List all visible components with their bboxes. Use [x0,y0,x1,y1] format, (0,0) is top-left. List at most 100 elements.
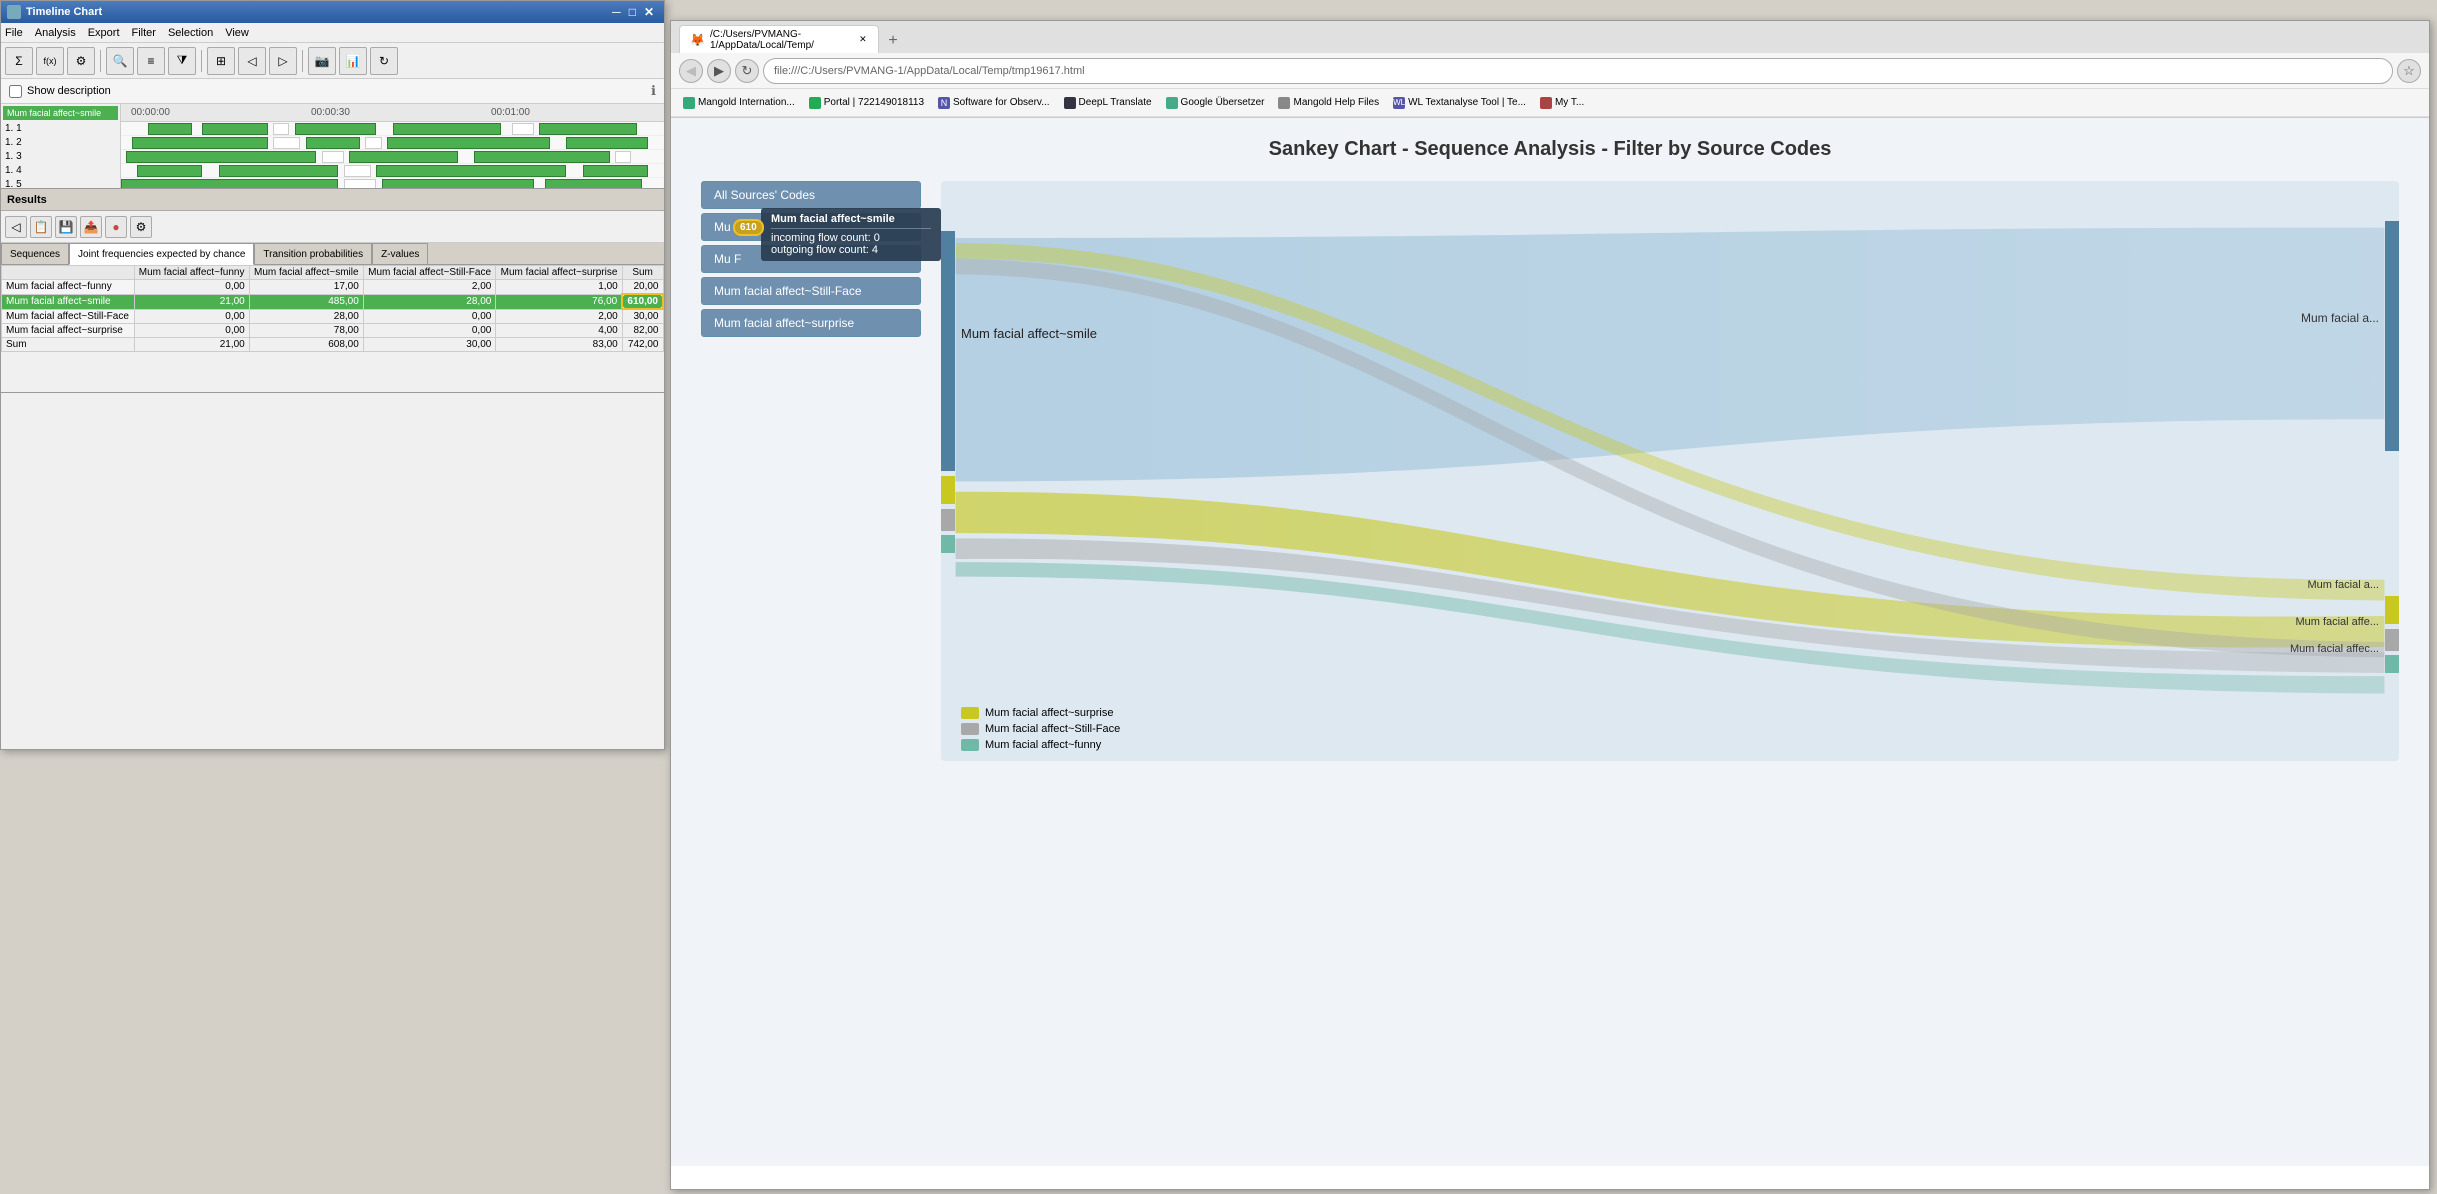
toolbar-camera-btn[interactable]: 📷 [308,47,336,75]
left-node-stillface [941,509,955,531]
source-item-4[interactable]: Mum facial affect~surprise [701,309,921,337]
url-display: file:///C:/Users/PVMANG-1/AppData/Local/… [774,65,1085,77]
bookmark-6[interactable]: Mangold Help Files [1274,96,1383,110]
right-label-surprise: Mum facial a... [2307,579,2379,591]
legend-label-stillface: Mum facial affect~Still-Face [985,723,1120,735]
toolbar-sep-3 [302,50,303,72]
bookmarks-bar: Mangold Internation... Portal | 72214901… [671,89,2429,117]
menu-view[interactable]: View [225,27,249,39]
toolbar-nav-left-btn[interactable]: ◁ [238,47,266,75]
firefox-favicon: 🦊 [690,33,705,47]
close-btn[interactable]: ✕ [644,5,654,19]
bookmark-label-1: Mangold Internation... [698,97,795,108]
res-btn-5[interactable]: ● [105,216,127,238]
res-btn-2[interactable]: 📋 [30,216,52,238]
bookmark-label-5: Google Übersetzer [1181,97,1265,108]
source-item-1-label: Mu [714,220,731,234]
window-title: Timeline Chart [26,6,102,18]
legend-item-surprise: Mum facial affect~surprise [961,707,1120,719]
legend-color-stillface [961,723,979,735]
menu-filter[interactable]: Filter [132,27,156,39]
block [349,151,458,163]
cell-4-0: 21,00 [134,338,249,352]
tab-sequences[interactable]: Sequences [1,243,69,264]
toolbar-fx-btn[interactable]: f(x) [36,47,64,75]
left-label-smile: Mum facial affect~smile [961,326,1097,341]
row-label-1: Mum facial affect~smile [2,294,135,309]
sankey-flows-svg [941,181,2399,761]
block [615,151,631,163]
bookmark-2[interactable]: Portal | 722149018113 [805,96,928,110]
block [474,151,610,163]
node-value-badge: 610 [733,219,764,236]
bookmark-favicon-4 [1064,97,1076,109]
new-tab-btn[interactable]: + [881,29,905,53]
info-icon[interactable]: ℹ [651,83,656,99]
res-btn-4[interactable]: 📤 [80,216,102,238]
tab-joint-frequencies[interactable]: Joint frequencies expected by chance [69,243,254,265]
toolbar-grid-btn[interactable]: ⊞ [207,47,235,75]
toolbar-refresh-btn[interactable]: ↻ [370,47,398,75]
reload-btn[interactable]: ↻ [735,59,759,83]
right-node-smile [2385,221,2399,451]
res-btn-6[interactable]: ⚙ [130,216,152,238]
toolbar-settings-btn[interactable]: ⚙ [67,47,95,75]
timeline-titlebar: Timeline Chart ─ □ ✕ [1,1,664,23]
tooltip-title: Mum facial affect~smile [771,213,931,229]
toolbar-zoom-in-btn[interactable]: 🔍 [106,47,134,75]
block [273,137,300,149]
menu-export[interactable]: Export [88,27,120,39]
tab-z-values[interactable]: Z-values [372,243,428,264]
toolbar-nav-right-btn[interactable]: ▷ [269,47,297,75]
bookmark-favicon-6 [1278,97,1290,109]
bookmark-1[interactable]: Mangold Internation... [679,96,799,110]
legend-color-funny [961,739,979,751]
source-all-label: All Sources' Codes [714,188,815,202]
track-2 [121,136,664,150]
minimize-btn[interactable]: ─ [612,5,621,19]
cell-3-3: 4,00 [496,324,622,338]
res-btn-3[interactable]: 💾 [55,216,77,238]
back-btn[interactable]: ◀ [679,59,703,83]
tab-transition[interactable]: Transition probabilities [254,243,372,264]
browser-tab-active[interactable]: 🦊 /C:/Users/PVMANG-1/AppData/Local/Temp/… [679,25,879,53]
menu-selection[interactable]: Selection [168,27,213,39]
row-label-2: 1. 2 [3,135,118,149]
left-node-smile [941,231,955,471]
source-item-3[interactable]: Mum facial affect~Still-Face [701,277,921,305]
tab-close-btn[interactable]: ✕ [858,33,868,47]
menu-file[interactable]: File [5,27,23,39]
results-titlebar: Results [1,189,664,211]
source-item-4-label: Mum facial affect~surprise [714,316,854,330]
toolbar-sep-1 [100,50,101,72]
bookmark-4[interactable]: DeepL Translate [1060,96,1156,110]
col-header-4: Mum facial affect~surprise [496,266,622,280]
address-bar[interactable]: file:///C:/Users/PVMANG-1/AppData/Local/… [763,58,2393,84]
results-tabs: Sequences Joint frequencies expected by … [1,243,664,265]
maximize-btn[interactable]: □ [629,5,636,19]
ruler-timestamps: 00:00:00 00:00:30 00:01:00 [121,104,664,122]
toolbar-filter-btn[interactable]: ≡ [137,47,165,75]
show-description-checkbox[interactable] [9,85,22,98]
cell-0-3: 1,00 [496,280,622,295]
show-description-bar: Show description ℹ [1,79,664,104]
source-all[interactable]: All Sources' Codes [701,181,921,209]
cell-1-1: 485,00 [249,294,363,309]
cell-2-1: 28,00 [249,309,363,324]
block [148,123,191,135]
bookmark-5[interactable]: Google Übersetzer [1162,96,1269,110]
bookmark-7[interactable]: WL WL Textanalyse Tool | Te... [1389,96,1530,110]
cell-4-1: 608,00 [249,338,363,352]
bookmark-star-btn[interactable]: ☆ [2397,59,2421,83]
cell-4-2: 30,00 [363,338,496,352]
bookmark-3[interactable]: N Software for Observ... [934,96,1054,110]
bookmark-8[interactable]: My T... [1536,96,1588,110]
toolbar-funnel-btn[interactable]: ⧩ [168,47,196,75]
menu-analysis[interactable]: Analysis [35,27,76,39]
right-node-surprise [2385,596,2399,624]
toolbar-chart-btn[interactable]: 📊 [339,47,367,75]
res-btn-1[interactable]: ◁ [5,216,27,238]
toolbar-sum-btn[interactable]: Σ [5,47,33,75]
block [344,165,371,177]
forward-btn[interactable]: ▶ [707,59,731,83]
